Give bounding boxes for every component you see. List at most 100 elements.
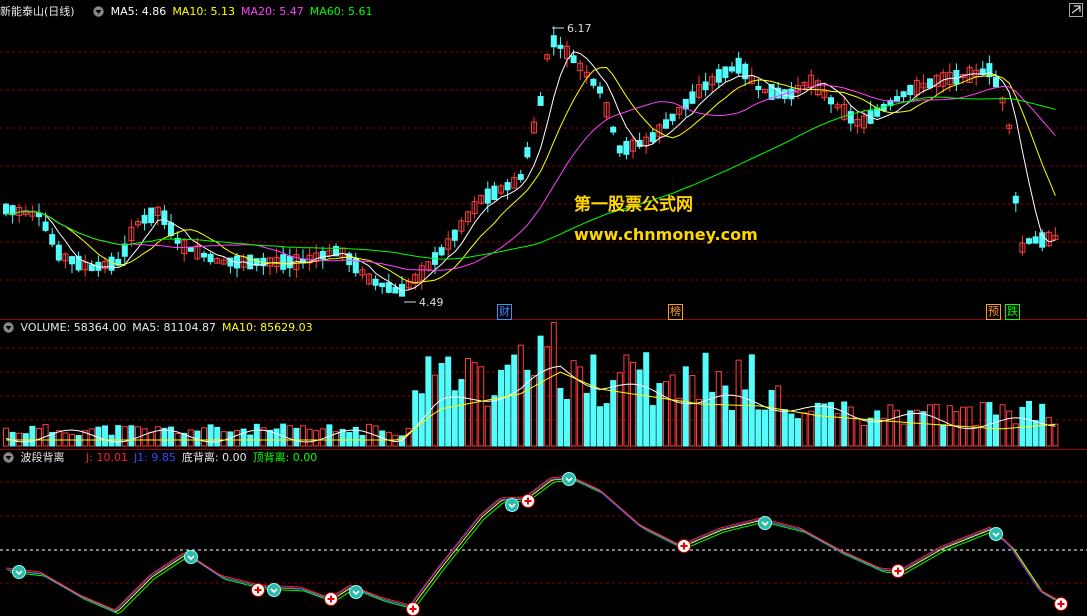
candle-body <box>1012 195 1019 204</box>
volume-bar <box>564 398 570 447</box>
candle-body <box>372 278 379 286</box>
candle-body <box>392 286 399 294</box>
settings-icon[interactable] <box>1069 3 1083 17</box>
candle-body <box>570 55 577 64</box>
candle-body <box>148 207 155 224</box>
candle-body <box>649 132 656 143</box>
volume-bar <box>148 431 155 447</box>
volume-bar <box>821 403 828 447</box>
volume-bar <box>498 369 504 447</box>
event-marker-1[interactable]: 榜 <box>668 304 683 320</box>
volume-bar <box>854 417 861 447</box>
volume-bar <box>808 410 815 447</box>
candle-body <box>986 63 993 78</box>
buy-signal-icon <box>1054 597 1068 611</box>
volume-bar <box>1026 400 1032 447</box>
sell-signal-icon <box>989 527 1003 541</box>
volume-bar <box>267 429 273 447</box>
candle-body <box>735 57 742 74</box>
volume-bar <box>458 379 465 447</box>
volume-bar <box>36 428 42 447</box>
volume-bar <box>927 404 933 447</box>
collapse-triangle-icon[interactable] <box>3 322 14 333</box>
candle-body <box>286 255 293 269</box>
candle-body <box>907 84 914 95</box>
candle-body <box>49 234 56 245</box>
candle-body <box>385 282 392 293</box>
volume-bar <box>128 425 135 447</box>
candle-body <box>616 145 623 154</box>
collapse-triangle-icon[interactable] <box>3 452 14 463</box>
collapse-triangle-icon[interactable] <box>93 6 104 17</box>
sell-signal-icon <box>267 583 281 597</box>
candle-body <box>590 78 597 86</box>
price-legend: 新能泰山(日线) MA5: 4.86 MA10: 5.13 MA20: 5.47 MA… <box>0 4 384 20</box>
candle-body <box>847 111 854 124</box>
candle-body <box>900 91 907 98</box>
sell-signal-icon <box>184 550 198 564</box>
volume-bar <box>663 381 669 447</box>
volume-bar <box>715 371 722 447</box>
volume-bar <box>75 435 82 447</box>
event-marker-3[interactable]: 跌 <box>1005 304 1020 320</box>
volume-bar <box>768 389 775 447</box>
volume-bar <box>630 361 636 447</box>
volume-bar <box>300 425 306 447</box>
volume-bar <box>696 398 702 447</box>
volume-bar <box>913 409 920 447</box>
volume-bar <box>583 392 590 447</box>
volume-bar <box>55 430 62 447</box>
volume-bar <box>557 387 564 447</box>
stock-title[interactable]: 新能泰山(日线) <box>0 5 84 18</box>
volume-bar <box>597 406 603 447</box>
candle-body <box>623 140 630 155</box>
volume-bar <box>484 405 491 447</box>
volume-bar <box>953 411 960 447</box>
event-marker-0[interactable]: 财 <box>497 304 512 320</box>
volume-bar <box>577 366 584 447</box>
buy-signal-icon <box>521 494 535 508</box>
volume-bar <box>1052 423 1059 447</box>
volume-bar <box>3 427 9 447</box>
sell-signal-icon <box>349 585 363 599</box>
volume-bar <box>359 434 366 447</box>
volume-bar <box>88 428 95 447</box>
volume-bar <box>880 417 887 447</box>
ma-legend-item-1: MA10: 5.13 <box>172 5 236 18</box>
volume-bar <box>755 409 762 447</box>
volume-bar <box>603 403 610 447</box>
volume-bar <box>643 352 650 447</box>
candle-body <box>3 203 9 215</box>
volume-bar <box>121 426 128 447</box>
event-marker-2[interactable]: 预 <box>986 304 1001 320</box>
volume-bar <box>445 356 452 447</box>
watermark-title: 第一股票公式网 <box>574 195 693 215</box>
volume-bar <box>940 424 947 447</box>
volume-bar <box>649 405 656 447</box>
chart-canvas[interactable] <box>0 0 1087 616</box>
indicator-legend: 波段背离 J: 10.01 J1: 9.85 底背离: 0.00 顶背离: 0.00 <box>0 450 329 466</box>
volume-bar <box>425 356 432 447</box>
candle-body <box>168 222 174 237</box>
volume-bar <box>392 434 399 447</box>
candle-body <box>557 44 564 49</box>
volume-bar <box>478 366 485 447</box>
candle-body <box>201 252 207 258</box>
volume-bar <box>207 424 214 447</box>
volume-bar <box>979 402 986 447</box>
volume-bar <box>9 431 16 447</box>
volume-bar <box>735 359 742 447</box>
volume-bar <box>775 385 782 447</box>
volume-bar <box>471 362 478 447</box>
candle-body <box>1032 236 1039 244</box>
volume-bar <box>867 417 874 447</box>
buy-signal-icon <box>251 583 265 597</box>
volume-bar <box>491 395 498 447</box>
volume-bar <box>814 402 821 447</box>
volume-bar <box>999 404 1006 447</box>
indicator-title[interactable]: 波段背离 <box>21 451 65 464</box>
volume-bar <box>920 411 927 447</box>
volume-bar <box>511 354 518 447</box>
high-price-label: 6.17 <box>566 22 593 36</box>
volume-bar <box>682 366 689 447</box>
